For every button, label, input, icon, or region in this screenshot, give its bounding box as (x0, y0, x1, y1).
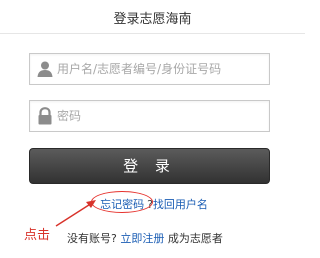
annotation-arrow (55, 200, 96, 227)
user-icon (36, 60, 54, 78)
page-title: 登录志愿海南 (113, 12, 192, 27)
register-prompt: 没有账号? 立即注册 成为志愿者 (67, 230, 223, 246)
login-button[interactable]: 登 录 (29, 148, 270, 184)
click-hint: 点击 (24, 228, 51, 243)
register-suffix: 成为志愿者 (167, 232, 223, 245)
register-prefix: 没有账号? (67, 232, 117, 245)
username-placeholder: 用户名/志愿者编号/身份证号码 (57, 62, 222, 76)
lock-icon (36, 107, 54, 125)
password-placeholder: 密码 (57, 109, 82, 123)
header-divider (0, 33, 305, 34)
highlight-circle (91, 191, 154, 213)
register-link[interactable]: 立即注册 (120, 232, 164, 245)
username-field[interactable]: 用户名/志愿者编号/身份证号码 (29, 53, 270, 85)
login-page: 登录志愿海南 用户名/志愿者编号/身份证号码 密码 登 录 忘记密码 ?找回用户… (0, 0, 305, 258)
account-help-links: 忘记密码 ?找回用户名 (0, 191, 305, 213)
forgot-password-link[interactable]: 忘记密码 (91, 191, 154, 213)
password-field[interactable]: 密码 (29, 100, 270, 132)
find-username-link[interactable]: 找回用户名 (153, 198, 208, 211)
